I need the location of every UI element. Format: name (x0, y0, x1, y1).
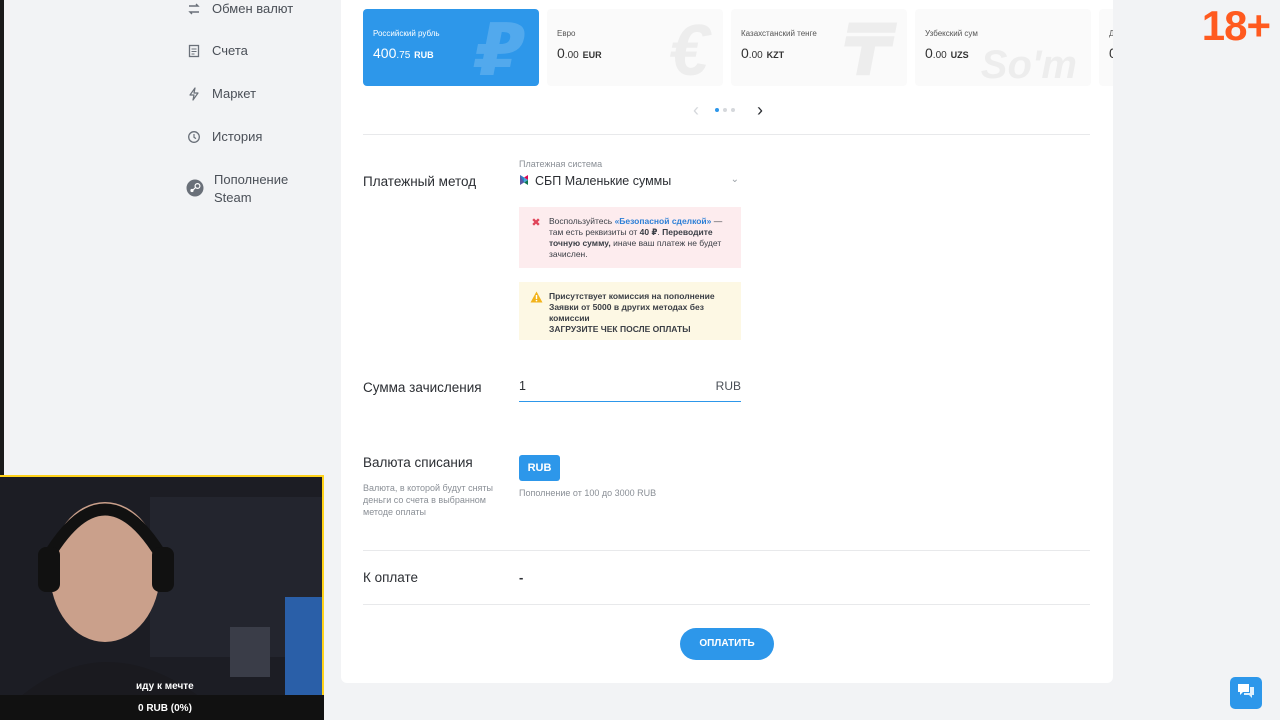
currency-card-uzs[interactable]: So'm Узбекский сум 0.00 UZS (915, 9, 1091, 86)
notice-line: Присутствует комиссия на пополнение (549, 291, 715, 301)
sidebar-item-label: Маркет (212, 86, 257, 101)
sidebar-item-history[interactable]: История (186, 128, 262, 146)
divider (363, 134, 1090, 135)
document-icon (186, 43, 202, 59)
som-watermark-icon: So'm (980, 43, 1077, 86)
carousel-pager: ‹ › (689, 100, 769, 120)
currency-carousel: ₽ Российский рубль 400.75 RUB € Евро 0.0… (363, 9, 1113, 86)
chevron-left-icon[interactable]: ‹ (689, 100, 703, 120)
pay-button[interactable]: ОПЛАТИТЬ (680, 628, 774, 660)
chevron-down-icon: ⌄ (730, 174, 739, 185)
exchange-icon (186, 1, 202, 17)
sbp-logo-icon (519, 174, 529, 188)
notice-line: Заявки от 5000 в других методах без коми… (549, 302, 704, 323)
amount-input[interactable] (519, 375, 669, 397)
webcam-caption: иду к мечте (136, 681, 194, 692)
sidebar-item-exchange[interactable]: Обмен валют (186, 0, 293, 18)
amount-currency: RUB (715, 379, 741, 393)
age-rating-badge: 18+ (1201, 2, 1271, 49)
currency-rub-button[interactable]: RUB (519, 455, 560, 481)
to-pay-label: К оплате (363, 570, 419, 585)
sidebar-item-label: Пополнение Steam (214, 172, 289, 205)
safe-deal-notice: ✖ Воспользуйтесь «Безопасной сделкой» — … (519, 207, 741, 268)
sidebar-item-accounts[interactable]: Счета (186, 42, 248, 60)
sidebar-item-label: Счета (212, 43, 248, 58)
currency-name: Д (1109, 29, 1113, 38)
chat-icon (1236, 682, 1256, 705)
payment-method-label: Платежный метод (363, 174, 477, 189)
tools-icon: ✖ (531, 217, 541, 229)
to-pay-value: - (519, 570, 524, 585)
sidebar-item-steam[interactable]: Пополнение Steam (186, 171, 289, 207)
sidebar-item-market[interactable]: Маркет (186, 85, 256, 103)
chat-button[interactable] (1230, 677, 1262, 709)
chevron-right-icon[interactable]: › (753, 100, 767, 120)
deposit-range-note: Пополнение от 100 до 3000 RUB (519, 488, 657, 498)
payment-system-caption: Платежная система (519, 159, 603, 169)
amount-label: Сумма зачисления (363, 380, 482, 395)
amount-field: RUB (519, 375, 741, 402)
currency-card-rub[interactable]: ₽ Российский рубль 400.75 RUB (363, 9, 539, 86)
tenge-watermark-icon: ₸ (842, 11, 893, 86)
steam-icon (186, 179, 204, 197)
history-icon (186, 129, 202, 145)
sidebar-item-label: Обмен валют (212, 1, 294, 16)
euro-watermark-icon: € (668, 11, 709, 86)
ruble-watermark-icon: ₽ (474, 11, 525, 86)
debit-currency-hint: Валюта, в которой будут сняты деньги со … (363, 483, 493, 517)
payment-system-select[interactable]: Платежная система СБП Маленькие суммы ⌄ (519, 159, 741, 190)
currency-card-kzt[interactable]: ₸ Казахстанский тенге 0.00 KZT (731, 9, 907, 86)
debit-currency-label: Валюта списания (363, 455, 473, 470)
payment-system-value: СБП Маленькие суммы (535, 174, 672, 188)
currency-card-next[interactable]: Д 0 (1099, 9, 1113, 86)
pager-dot[interactable] (723, 108, 727, 112)
notice-text: Воспользуйтесь (549, 216, 613, 226)
payment-system-value-row: СБП Маленькие суммы (519, 172, 741, 190)
pager-dot[interactable] (731, 108, 735, 112)
deposit-card: ₽ Российский рубль 400.75 RUB € Евро 0.0… (341, 0, 1113, 683)
webcam-goal-progress: 0 RUB (0%) (138, 703, 192, 714)
currency-card-eur[interactable]: € Евро 0.00 EUR (547, 9, 723, 86)
pager-dot[interactable] (715, 108, 719, 112)
webcam-image (0, 477, 322, 697)
sidebar-item-label: История (212, 129, 263, 144)
safe-deal-link[interactable]: «Безопасной сделкой» (615, 216, 712, 226)
divider (363, 550, 1090, 551)
divider (363, 604, 1090, 605)
notice-line: ЗАГРУЗИТЕ ЧЕК ПОСЛЕ ОПЛАТЫ (549, 324, 691, 334)
commission-notice: Присутствует комиссия на пополнение Заяв… (519, 282, 741, 340)
notice-amount: 40 ₽ (639, 227, 658, 237)
currency-balance: 0 (1109, 45, 1113, 61)
lightning-icon (186, 86, 202, 102)
warning-icon (529, 291, 543, 305)
